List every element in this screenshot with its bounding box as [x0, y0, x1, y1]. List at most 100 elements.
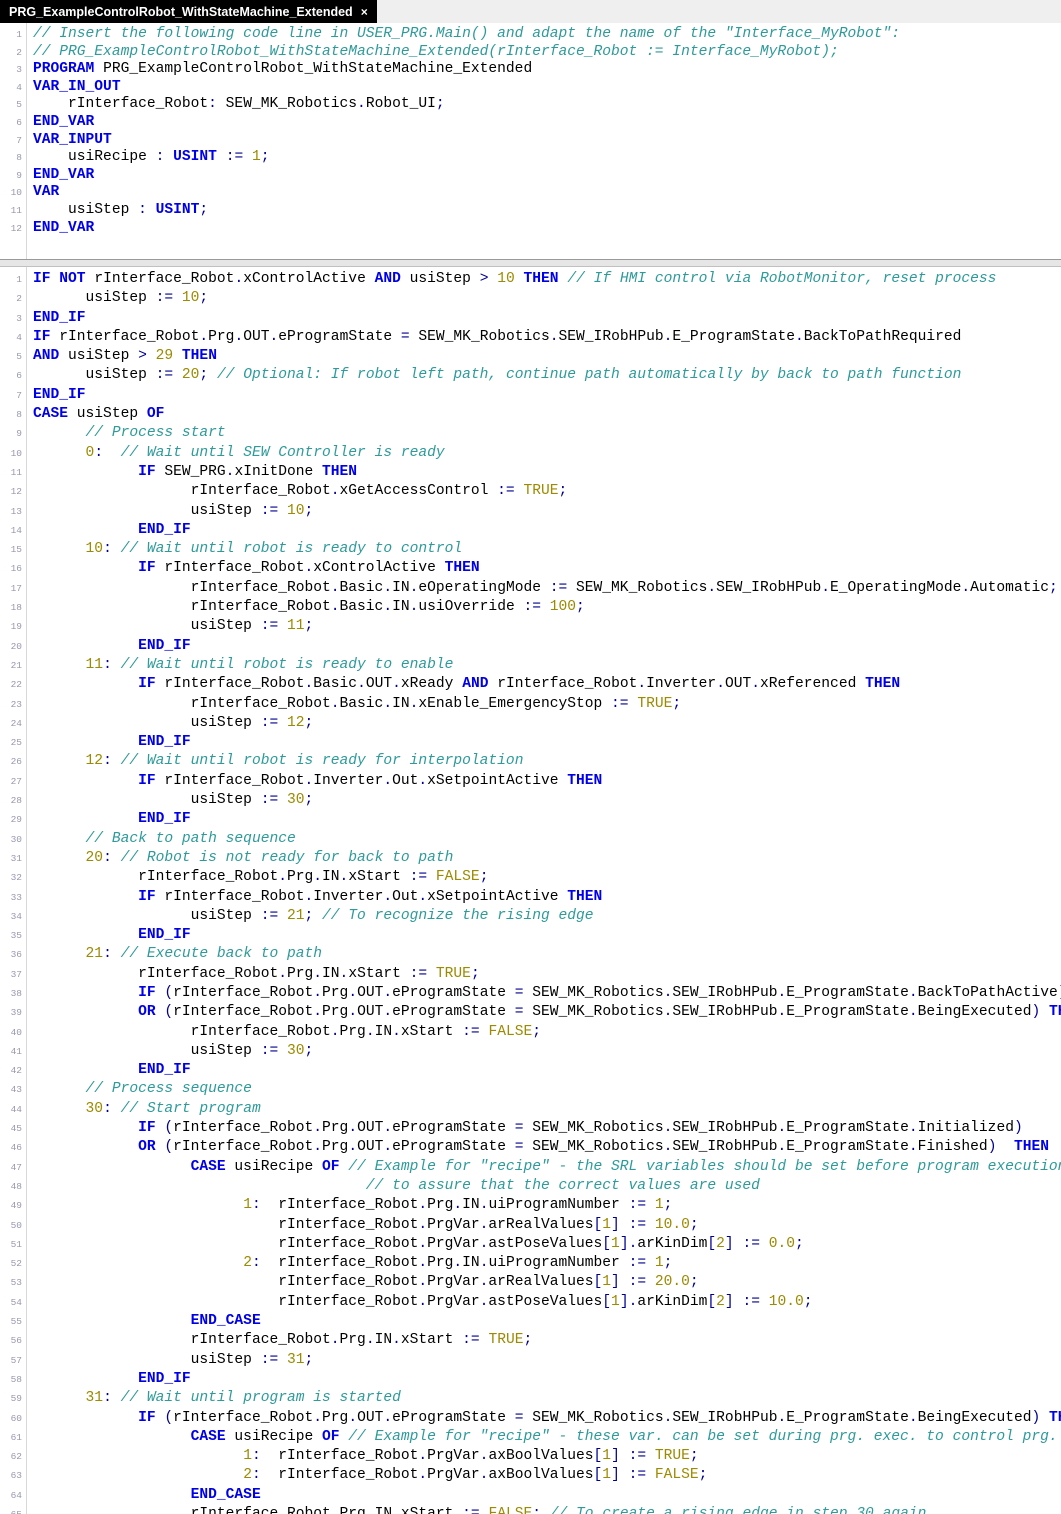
code-line[interactable]: 62 1: rInterface_Robot.PrgVar.axBoolValu…: [0, 1447, 1061, 1466]
code-text: rInterface_Robot: SEW_MK_Robotics.Robot_…: [26, 96, 1061, 114]
code-line[interactable]: 12 rInterface_Robot.xGetAccessControl :=…: [0, 482, 1061, 501]
code-line[interactable]: 4VAR_IN_OUT: [0, 79, 1061, 97]
declaration-editor[interactable]: 1// Insert the following code line in US…: [0, 23, 1061, 259]
code-line[interactable]: 33 IF rInterface_Robot.Inverter.Out.xSet…: [0, 888, 1061, 907]
keyword-token: PROGRAM: [33, 61, 94, 77]
code-line[interactable]: 52 2: rInterface_Robot.Prg.IN.uiProgramN…: [0, 1254, 1061, 1273]
code-line[interactable]: 7END_IF: [0, 386, 1061, 405]
code-line[interactable]: 23 rInterface_Robot.Basic.IN.xEnable_Eme…: [0, 695, 1061, 714]
code-line[interactable]: 25 END_IF: [0, 733, 1061, 752]
code-line[interactable]: 11 IF SEW_PRG.xInitDone THEN: [0, 463, 1061, 482]
code-line[interactable]: 44 30: // Start program: [0, 1100, 1061, 1119]
code-line[interactable]: 2// PRG_ExampleControlRobot_WithStateMac…: [0, 44, 1061, 62]
code-line[interactable]: 18 rInterface_Robot.Basic.IN.usiOverride…: [0, 598, 1061, 617]
code-line[interactable]: 36 21: // Execute back to path: [0, 945, 1061, 964]
code-line[interactable]: 29 END_IF: [0, 810, 1061, 829]
code-token: [208, 367, 217, 383]
code-token: ;: [690, 1448, 699, 1464]
code-line[interactable]: 61 CASE usiRecipe OF // Example for "rec…: [0, 1428, 1061, 1447]
code-line[interactable]: 5AND usiStep > 29 THEN: [0, 347, 1061, 366]
keyword-token: THEN: [1049, 1004, 1061, 1020]
code-line[interactable]: 64 END_CASE: [0, 1486, 1061, 1505]
code-token: .: [418, 1255, 427, 1271]
code-line[interactable]: 39 OR (rInterface_Robot.Prg.OUT.eProgram…: [0, 1003, 1061, 1022]
code-token: ;: [199, 367, 208, 383]
code-token: :: [252, 1448, 261, 1464]
tab-prg-example-control-robot[interactable]: PRG_ExampleControlRobot_WithStateMachine…: [0, 0, 377, 23]
code-token: [278, 715, 287, 731]
code-line[interactable]: 3END_IF: [0, 309, 1061, 328]
code-line[interactable]: 55 END_CASE: [0, 1312, 1061, 1331]
code-line[interactable]: 60 IF (rInterface_Robot.Prg.OUT.eProgram…: [0, 1409, 1061, 1428]
code-token: .: [961, 580, 970, 596]
code-line[interactable]: 45 IF (rInterface_Robot.Prg.OUT.eProgram…: [0, 1119, 1061, 1138]
line-number: 61: [0, 1429, 26, 1447]
code-line[interactable]: 59 31: // Wait until program is started: [0, 1389, 1061, 1408]
code-line[interactable]: 63 2: rInterface_Robot.PrgVar.axBoolValu…: [0, 1466, 1061, 1485]
implementation-editor[interactable]: 1IF NOT rInterface_Robot.xControlActive …: [0, 267, 1061, 1514]
code-line[interactable]: 42 END_IF: [0, 1061, 1061, 1080]
tab-close-icon[interactable]: ×: [361, 5, 368, 19]
code-line[interactable]: 56 rInterface_Robot.Prg.IN.xStart := TRU…: [0, 1331, 1061, 1350]
code-token: rInterface_Robot: [33, 1506, 331, 1514]
code-line[interactable]: 4IF rInterface_Robot.Prg.OUT.eProgramSta…: [0, 328, 1061, 347]
code-token: =: [515, 1139, 524, 1155]
code-token: BeingExecuted: [918, 1410, 1032, 1426]
code-line[interactable]: 20 END_IF: [0, 637, 1061, 656]
code-line[interactable]: 8CASE usiStep OF: [0, 405, 1061, 424]
code-token: ;: [436, 96, 445, 112]
code-line[interactable]: 43 // Process sequence: [0, 1080, 1061, 1099]
code-token: [: [594, 1217, 603, 1233]
code-line[interactable]: 9END_VAR: [0, 167, 1061, 185]
code-line[interactable]: 28 usiStep := 30;: [0, 791, 1061, 810]
code-line[interactable]: 1IF NOT rInterface_Robot.xControlActive …: [0, 270, 1061, 289]
code-line[interactable]: 14 END_IF: [0, 521, 1061, 540]
code-line[interactable]: 1// Insert the following code line in US…: [0, 26, 1061, 44]
code-line[interactable]: 10 0: // Wait until SEW Controller is re…: [0, 444, 1061, 463]
code-line[interactable]: 2 usiStep := 10;: [0, 289, 1061, 308]
code-line[interactable]: 34 usiStep := 21; // To recognize the ri…: [0, 907, 1061, 926]
code-line[interactable]: 51 rInterface_Robot.PrgVar.astPoseValues…: [0, 1235, 1061, 1254]
code-line[interactable]: 7VAR_INPUT: [0, 132, 1061, 150]
code-line[interactable]: 10VAR: [0, 184, 1061, 202]
code-line[interactable]: 13 usiStep := 10;: [0, 502, 1061, 521]
code-line[interactable]: 5 rInterface_Robot: SEW_MK_Robotics.Robo…: [0, 96, 1061, 114]
code-line[interactable]: 6 usiStep := 20; // Optional: If robot l…: [0, 366, 1061, 385]
code-line[interactable]: 41 usiStep := 30;: [0, 1042, 1061, 1061]
code-line[interactable]: 58 END_IF: [0, 1370, 1061, 1389]
code-token: .: [777, 1410, 786, 1426]
code-line[interactable]: 31 20: // Robot is not ready for back to…: [0, 849, 1061, 868]
code-line[interactable]: 49 1: rInterface_Robot.Prg.IN.uiProgramN…: [0, 1196, 1061, 1215]
code-line[interactable]: 16 IF rInterface_Robot.xControlActive TH…: [0, 559, 1061, 578]
code-line[interactable]: 65 rInterface_Robot.Prg.IN.xStart := FAL…: [0, 1505, 1061, 1514]
code-line[interactable]: 17 rInterface_Robot.Basic.IN.eOperatingM…: [0, 579, 1061, 598]
code-line[interactable]: 54 rInterface_Robot.PrgVar.astPoseValues…: [0, 1293, 1061, 1312]
code-line[interactable]: 21 11: // Wait until robot is ready to e…: [0, 656, 1061, 675]
code-line[interactable]: 24 usiStep := 12;: [0, 714, 1061, 733]
code-line[interactable]: 26 12: // Wait until robot is ready for …: [0, 752, 1061, 771]
code-line[interactable]: 50 rInterface_Robot.PrgVar.arRealValues[…: [0, 1216, 1061, 1235]
code-line[interactable]: 40 rInterface_Robot.Prg.IN.xStart := FAL…: [0, 1023, 1061, 1042]
code-line[interactable]: 19 usiStep := 11;: [0, 617, 1061, 636]
code-line[interactable]: 6END_VAR: [0, 114, 1061, 132]
code-line[interactable]: 47 CASE usiRecipe OF // Example for "rec…: [0, 1158, 1061, 1177]
code-line[interactable]: 3PROGRAM PRG_ExampleControlRobot_WithSta…: [0, 61, 1061, 79]
section-splitter[interactable]: [0, 259, 1061, 267]
code-line[interactable]: 37 rInterface_Robot.Prg.IN.xStart := TRU…: [0, 965, 1061, 984]
code-line[interactable]: 38 IF (rInterface_Robot.Prg.OUT.eProgram…: [0, 984, 1061, 1003]
code-line[interactable]: 11 usiStep : USINT;: [0, 202, 1061, 220]
code-line[interactable]: 35 END_IF: [0, 926, 1061, 945]
code-line[interactable]: 46 OR (rInterface_Robot.Prg.OUT.eProgram…: [0, 1138, 1061, 1157]
code-line[interactable]: 53 rInterface_Robot.PrgVar.arRealValues[…: [0, 1273, 1061, 1292]
comment-token: // Insert the following code line in USE…: [33, 26, 900, 42]
code-line[interactable]: 9 // Process start: [0, 424, 1061, 443]
code-line[interactable]: 57 usiStep := 31;: [0, 1351, 1061, 1370]
code-line[interactable]: 27 IF rInterface_Robot.Inverter.Out.xSet…: [0, 772, 1061, 791]
code-line[interactable]: 8 usiRecipe : USINT := 1;: [0, 149, 1061, 167]
code-line[interactable]: 22 IF rInterface_Robot.Basic.OUT.xReady …: [0, 675, 1061, 694]
code-line[interactable]: 32 rInterface_Robot.Prg.IN.xStart := FAL…: [0, 868, 1061, 887]
code-line[interactable]: 15 10: // Wait until robot is ready to c…: [0, 540, 1061, 559]
code-line[interactable]: 30 // Back to path sequence: [0, 830, 1061, 849]
code-line[interactable]: 12END_VAR: [0, 220, 1061, 238]
code-line[interactable]: 48 // to assure that the correct values …: [0, 1177, 1061, 1196]
